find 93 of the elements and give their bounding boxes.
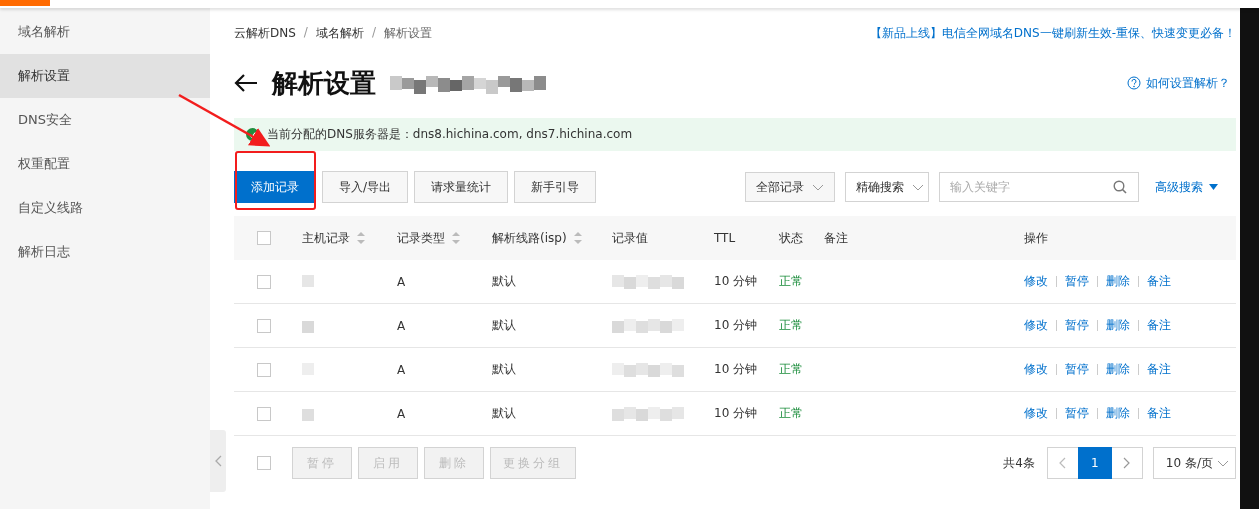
- action-link[interactable]: 删除: [1106, 405, 1130, 422]
- action-link[interactable]: 暂停: [1065, 405, 1089, 422]
- action-link[interactable]: 删除: [1106, 317, 1130, 334]
- table-cell-text: 默认: [492, 361, 517, 378]
- breadcrumb-separator: /: [371, 24, 376, 41]
- caret-down-icon: [1209, 184, 1218, 190]
- breadcrumb-link[interactable]: 域名解析: [315, 24, 364, 42]
- table-cell-text: A: [397, 362, 407, 377]
- sidebar-item[interactable]: 解析日志: [0, 230, 210, 274]
- column-header: 记录类型: [397, 229, 445, 247]
- action-link[interactable]: 修改: [1024, 273, 1048, 290]
- breadcrumb-separator: /: [303, 24, 308, 41]
- action-link[interactable]: 暂停: [1065, 317, 1089, 334]
- success-icon: [246, 128, 259, 141]
- search-field[interactable]: 输入关键字: [939, 172, 1139, 202]
- action-link[interactable]: 暂停: [1065, 361, 1089, 378]
- total-count: 共4条: [1003, 454, 1035, 472]
- table-cell-text: 10 分钟: [714, 317, 759, 334]
- chevron-down-icon: [912, 183, 924, 191]
- checkbox[interactable]: [257, 362, 271, 377]
- column-header: 备注: [824, 229, 848, 247]
- column-header: 操作: [1024, 229, 1048, 247]
- action-link[interactable]: 修改: [1024, 317, 1048, 334]
- column-header: 解析线路(isp): [492, 229, 567, 247]
- chevron-left-icon: [1059, 457, 1067, 469]
- action-link[interactable]: 暂停: [1065, 273, 1089, 290]
- pixelated-drawing: [302, 406, 314, 421]
- pixelated-drawing: [302, 318, 314, 333]
- back-arrow-icon[interactable]: [234, 73, 258, 93]
- page-size-select[interactable]: 10 条/页: [1152, 447, 1236, 479]
- toolbar-button[interactable]: 导入/导出: [322, 171, 409, 203]
- table-cell-text: A: [397, 274, 407, 289]
- breadcrumb-link[interactable]: 云解析DNS: [234, 24, 296, 42]
- action-link[interactable]: 删除: [1106, 361, 1130, 378]
- advanced-search-link[interactable]: 高级搜索: [1155, 178, 1218, 196]
- sidebar-item[interactable]: 域名解析: [0, 10, 210, 54]
- help-text: 如何设置解析？: [1146, 74, 1230, 92]
- checkbox[interactable]: [257, 274, 271, 289]
- checkbox[interactable]: [257, 406, 271, 421]
- action-link[interactable]: 备注: [1147, 273, 1171, 290]
- help-link[interactable]: 如何设置解析？: [1127, 74, 1230, 92]
- checkbox[interactable]: [257, 456, 271, 470]
- column-header: 状态: [779, 229, 803, 247]
- page-title: 解析设置: [272, 66, 376, 100]
- help-icon: [1127, 76, 1141, 90]
- promo-link[interactable]: 【新品上线】电信全网域名DNS一键刷新生效-重保、快速变更必备！: [869, 24, 1236, 42]
- table-cell-text: 10 分钟: [714, 361, 759, 378]
- chevron-left-icon: [214, 455, 222, 467]
- chevron-down-icon: [812, 183, 824, 191]
- table-cell-text: 10 分钟: [714, 273, 759, 290]
- pixelated-drawing: [302, 274, 314, 289]
- search-mode-select[interactable]: 精确搜索: [845, 172, 929, 202]
- table-cell-text: 默认: [492, 273, 517, 290]
- column-header: TTL: [714, 231, 736, 245]
- action-link[interactable]: 备注: [1147, 317, 1171, 334]
- action-link[interactable]: 修改: [1024, 405, 1048, 422]
- logo-strip: [0, 0, 50, 6]
- action-link[interactable]: 修改: [1024, 361, 1048, 378]
- sidebar-item[interactable]: 解析设置: [0, 54, 210, 98]
- status-text: 正常: [779, 405, 804, 422]
- page-button[interactable]: 1: [1077, 447, 1112, 479]
- table-cell-text: A: [397, 406, 407, 421]
- table-cell-text: A: [397, 318, 407, 333]
- checkbox[interactable]: [257, 231, 271, 245]
- pixelated-drawing: [612, 318, 684, 333]
- collapse-handle[interactable]: [210, 430, 226, 492]
- sidebar-item[interactable]: 权重配置: [0, 142, 210, 186]
- table-cell-text: 默认: [492, 405, 517, 422]
- status-text: 正常: [779, 361, 804, 378]
- toolbar-button[interactable]: 请求量统计: [414, 171, 509, 203]
- pixelated-drawing: [612, 406, 684, 421]
- record-filter-select[interactable]: 全部记录: [745, 172, 835, 202]
- notice-text: 当前分配的DNS服务器是：dns8.hichina.com, dns7.hichina.com: [267, 126, 633, 143]
- toolbar-button[interactable]: 添加记录: [234, 171, 316, 203]
- action-link[interactable]: 删除: [1106, 273, 1130, 290]
- status-text: 正常: [779, 317, 804, 334]
- column-header: 主机记录: [302, 229, 350, 247]
- sidebar-item[interactable]: DNS安全: [0, 98, 210, 142]
- pixelated-drawing: [612, 362, 684, 377]
- table-cell-text: 默认: [492, 317, 517, 334]
- chevron-down-icon: [1217, 459, 1229, 467]
- table-cell-text: 10 分钟: [714, 405, 759, 422]
- search-icon: [1113, 180, 1127, 194]
- chevron-right-icon: [1123, 457, 1131, 469]
- sidebar-item[interactable]: 自定义线路: [0, 186, 210, 230]
- status-text: 正常: [779, 273, 804, 290]
- checkbox[interactable]: [257, 318, 271, 333]
- toolbar-button[interactable]: 新手引导: [514, 171, 597, 203]
- column-header: 记录值: [612, 229, 648, 247]
- pixelated-drawing: [612, 274, 684, 289]
- action-link[interactable]: 备注: [1147, 361, 1171, 378]
- action-link[interactable]: 备注: [1147, 405, 1171, 422]
- breadcrumb-current: 解析设置: [383, 24, 432, 42]
